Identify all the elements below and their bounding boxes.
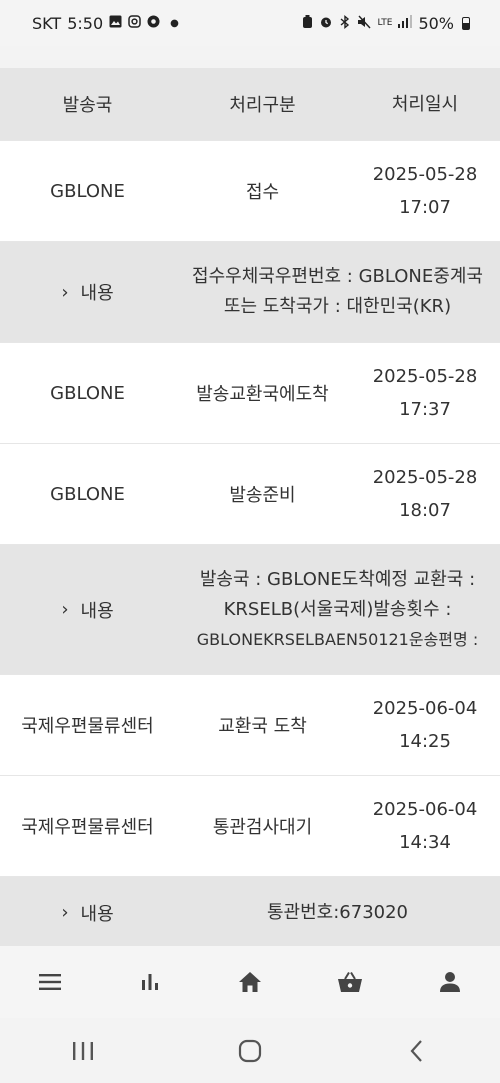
- system-nav-bar: [0, 1018, 500, 1083]
- chart-icon: [142, 974, 158, 990]
- detail-label-text: 내용: [80, 600, 114, 622]
- back-button[interactable]: [387, 1026, 447, 1076]
- row-date: 2025-05-28: [372, 467, 478, 488]
- detail-toggle[interactable]: › 내용: [0, 900, 175, 926]
- table-row: 국제우편물류센터 통관검사대기 2025-06-04 14:34: [0, 776, 500, 877]
- tracking-table: 발송국 처리구분 처리일시 GBLONE 접수 2025-05-28 17:07…: [0, 68, 500, 949]
- status-bar: SKT 5:50 ● LTE 50%: [0, 0, 500, 46]
- profile-button[interactable]: [420, 952, 480, 1012]
- bluetooth-icon: [339, 14, 351, 32]
- detail-label-text: 내용: [80, 283, 114, 304]
- instagram-notification-icon: [128, 15, 141, 31]
- alarm-icon: [319, 15, 333, 32]
- back-icon: [410, 1039, 422, 1062]
- row-datetime: 2025-05-28 17:07: [350, 158, 500, 224]
- status-bar-right: LTE 50%: [302, 14, 470, 33]
- system-home-button[interactable]: [220, 1026, 280, 1076]
- detail-line: KRSELB(서울국제)발송횟수 :: [223, 598, 452, 620]
- home-button[interactable]: [220, 952, 280, 1012]
- more-notifications-dot-icon: ●: [170, 17, 179, 29]
- detail-row[interactable]: › 내용 발송국 : GBLONE도착예정 교환국 : KRSELB(서울국제)…: [0, 545, 500, 675]
- row-date: 2025-05-28: [372, 164, 478, 185]
- row-sender: GBLONE: [50, 483, 125, 505]
- table-header-row: 발송국 처리구분 처리일시: [0, 68, 500, 141]
- detail-row[interactable]: › 내용 통관번호:673020: [0, 877, 500, 949]
- battery-icon: [462, 16, 470, 30]
- row-status: 통관검사대기: [212, 817, 313, 838]
- basket-button[interactable]: [320, 952, 380, 1012]
- mute-icon: [357, 15, 371, 32]
- signal-strength-icon: [398, 15, 413, 31]
- chevron-right-icon: ›: [61, 902, 69, 923]
- detail-content: 통관번호:673020: [175, 898, 500, 928]
- detail-content: 발송국 : GBLONE도착예정 교환국 : KRSELB(서울국제)발송횟수 …: [175, 565, 500, 655]
- row-date: 2025-05-28: [372, 366, 478, 387]
- basket-icon: [338, 971, 362, 992]
- table-row: 국제우편물류센터 교환국 도착 2025-06-04 14:25: [0, 675, 500, 776]
- row-status: 발송교환국에도착: [196, 384, 329, 405]
- detail-line: 통관번호:673020: [266, 901, 409, 923]
- battery-percent: 50%: [418, 13, 454, 33]
- status-bar-left: SKT 5:50 ●: [32, 14, 179, 33]
- row-sender: GBLONE: [50, 382, 125, 404]
- detail-line: 발송국 : GBLONE도착예정 교환국 :: [199, 568, 476, 590]
- row-status: 발송준비: [229, 485, 296, 506]
- row-sender: GBLONE: [50, 180, 125, 202]
- header-datetime: 처리일시: [391, 93, 459, 115]
- top-spacer: [0, 46, 500, 68]
- detail-line: GBLONEKRSELBAEN50121운송편명 :: [196, 629, 479, 649]
- row-status: 접수: [245, 182, 280, 203]
- carrier-label: SKT: [32, 13, 62, 33]
- detail-line: 접수우체국우편번호 : GBLONE중계국: [192, 266, 483, 287]
- row-datetime: 2025-06-04 14:34: [350, 793, 500, 859]
- detail-row[interactable]: › 내용 접수우체국우편번호 : GBLONE중계국 또는 도착국가 : 대한민…: [0, 242, 500, 343]
- recents-button[interactable]: [53, 1026, 113, 1076]
- header-status: 처리구분: [229, 95, 296, 116]
- row-time: 17:37: [399, 399, 451, 420]
- chevron-right-icon: ›: [61, 281, 69, 303]
- home-icon: [239, 972, 261, 992]
- row-sender: 국제우편물류센터: [21, 817, 154, 838]
- row-time: 18:07: [399, 500, 451, 521]
- row-datetime: 2025-06-04 14:25: [350, 692, 500, 758]
- network-type-label: LTE: [377, 17, 393, 28]
- row-time: 17:07: [399, 197, 451, 218]
- user-icon: [440, 972, 460, 992]
- bottom-nav: [0, 946, 500, 1018]
- detail-toggle[interactable]: › 내용: [0, 279, 175, 305]
- row-date: 2025-06-04: [372, 799, 478, 820]
- chrome-notification-icon: [147, 15, 160, 31]
- table-row: GBLONE 발송준비 2025-05-28 18:07: [0, 444, 500, 545]
- stats-button[interactable]: [120, 952, 180, 1012]
- detail-line: 또는 도착국가 : 대한민국(KR): [223, 296, 452, 317]
- menu-button[interactable]: [20, 952, 80, 1012]
- row-time: 14:25: [399, 731, 451, 752]
- menu-icon: [39, 974, 61, 990]
- table-row: GBLONE 접수 2025-05-28 17:07: [0, 141, 500, 242]
- detail-label-text: 내용: [80, 903, 114, 925]
- gallery-notification-icon: [109, 15, 122, 31]
- row-time: 14:34: [399, 832, 451, 853]
- detail-content: 접수우체국우편번호 : GBLONE중계국 또는 도착국가 : 대한민국(KR): [175, 262, 500, 322]
- clock-time: 5:50: [67, 13, 104, 33]
- detail-toggle[interactable]: › 내용: [0, 597, 175, 623]
- row-status: 교환국 도착: [218, 716, 307, 737]
- row-datetime: 2025-05-28 17:37: [350, 360, 500, 426]
- table-row: GBLONE 발송교환국에도착 2025-05-28 17:37: [0, 343, 500, 444]
- recents-icon: [73, 1041, 94, 1060]
- header-sender: 발송국: [62, 95, 113, 116]
- battery-saver-icon: [302, 14, 313, 32]
- row-sender: 국제우편물류센터: [21, 716, 154, 737]
- home-circle-icon: [238, 1039, 262, 1062]
- chevron-right-icon: ›: [61, 599, 69, 620]
- row-datetime: 2025-05-28 18:07: [350, 461, 500, 527]
- row-date: 2025-06-04: [372, 698, 478, 719]
